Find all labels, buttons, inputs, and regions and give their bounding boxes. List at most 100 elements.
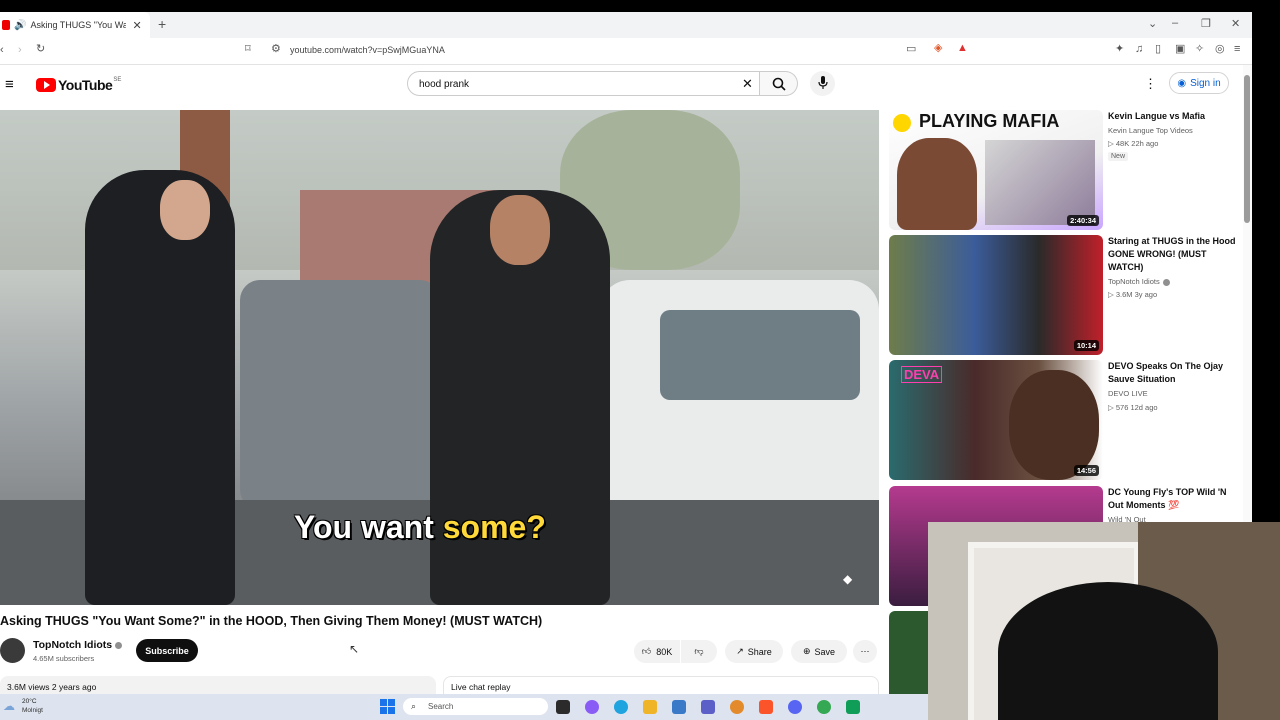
rec-title-2[interactable]: Staring at THUGS in the Hood GONE WRONG!… <box>1108 235 1236 274</box>
leo-icon[interactable]: ✧ <box>1195 44 1204 55</box>
tab-close-icon[interactable]: ✕ <box>132 19 141 32</box>
weather-cloud-icon[interactable]: ☁ <box>3 700 15 712</box>
taskbar-search-icon: ⌕ <box>411 701 417 711</box>
thumbs-down-icon: 👎︎ <box>694 646 704 656</box>
clear-search-icon[interactable]: ✕ <box>742 77 753 90</box>
parked-cars <box>240 280 440 510</box>
rec-thumbnail-1[interactable]: PLAYING MAFIA 2:40:34 <box>889 110 1103 230</box>
chrome-icon[interactable] <box>817 700 831 714</box>
app-icon-copilot[interactable] <box>585 700 599 714</box>
app-icon-green[interactable] <box>846 700 860 714</box>
rewards-icon[interactable]: ▲ <box>957 43 968 54</box>
menu-icon[interactable]: ≡ <box>1234 44 1240 55</box>
new-tab-button[interactable]: + <box>158 16 166 32</box>
more-actions-button[interactable]: ⋯ <box>853 640 877 663</box>
country-code: SE <box>113 77 122 83</box>
bookmark-icon[interactable]: ⌑ <box>245 44 251 55</box>
cast-icon[interactable]: ▭ <box>906 44 916 55</box>
browser-tab-bar: 🔊 Asking THUGS "You Want So... ✕ + ⌄ – ❐… <box>0 12 1252 38</box>
url-text[interactable]: youtube.com/watch?v=pSwjMGuaYNA <box>290 45 445 55</box>
save-label: Save <box>814 646 836 657</box>
address-bar-row: ‹ › ↻ ⌑ ⚙ ▭ ◈ ▲ ✦ ♫ ▯ ▣ ✧ ◎ ≡ <box>0 38 1252 65</box>
channel-watermark-icon[interactable]: ◆ <box>843 573 852 585</box>
caption-text: You want <box>294 509 443 545</box>
share-label: Share <box>747 646 772 657</box>
mouse-cursor-icon: ↖ <box>349 642 360 656</box>
channel-name[interactable]: TopNotch Idiots <box>33 639 123 651</box>
search-icon <box>772 77 786 91</box>
like-button[interactable]: 👍︎ 80K <box>634 640 680 663</box>
share-button[interactable]: ↗ Share <box>725 640 783 663</box>
rec-channel-3[interactable]: DEVO LIVE <box>1108 389 1148 398</box>
file-explorer-icon[interactable] <box>643 700 657 714</box>
reload-icon[interactable]: ↻ <box>36 44 45 55</box>
rec-thumbnail-2[interactable]: 10:14 <box>889 235 1103 355</box>
thumb-logo-text: DEVA <box>901 366 943 383</box>
sign-in-label: Sign in <box>1190 77 1221 89</box>
windows-start-icon[interactable] <box>380 699 395 714</box>
speaker-icon[interactable]: 🔊 <box>14 20 26 31</box>
edge-icon[interactable] <box>614 700 628 714</box>
video-title: Asking THUGS "You Want Some?" in the HOO… <box>0 614 543 628</box>
rec-channel-1[interactable]: Kevin Langue Top Videos <box>1108 126 1193 135</box>
sign-in-button[interactable]: ◉ Sign in <box>1169 72 1229 94</box>
duration-badge: 2:40:34 <box>1067 215 1099 226</box>
sidebar-icon[interactable]: ▯ <box>1155 44 1161 55</box>
save-button[interactable]: ⊕ Save <box>791 640 847 663</box>
vpn-icon[interactable]: ◎ <box>1215 44 1225 55</box>
site-info-icon[interactable]: ⚙ <box>271 44 281 55</box>
search-input[interactable] <box>417 78 721 91</box>
youtube-wordmark: YouTube <box>58 77 113 93</box>
media-icon[interactable]: ♫ <box>1135 44 1143 55</box>
more-options-icon[interactable]: ⋮ <box>1144 77 1157 90</box>
weather-temp[interactable]: 20°C <box>22 698 37 705</box>
scrollbar-thumb[interactable] <box>1244 75 1250 223</box>
search-box[interactable] <box>407 71 760 96</box>
rec-channel-2[interactable]: TopNotch Idiots <box>1108 277 1170 286</box>
youtube-logo[interactable]: YouTube SE <box>36 77 121 93</box>
rec-title-1[interactable]: Kevin Langue vs Mafia <box>1108 110 1236 123</box>
account-icon: ◉ <box>1177 77 1187 89</box>
rec-title-4[interactable]: DC Young Fly's TOP Wild 'N Out Moments 💯 <box>1108 486 1236 512</box>
duration-badge: 10:14 <box>1073 340 1099 351</box>
store-icon[interactable] <box>672 700 686 714</box>
guide-menu-icon[interactable]: ≡ <box>5 77 14 92</box>
taskbar-search-box[interactable] <box>403 698 548 715</box>
rec-thumbnail-3[interactable]: DEVA 14:56 <box>889 360 1103 480</box>
rec-title-3[interactable]: DEVO Speaks On The Ojay Sauve Situation <box>1108 360 1236 386</box>
dislike-button[interactable]: 👎︎ <box>681 640 717 663</box>
wallet-icon[interactable]: ▣ <box>1175 44 1185 55</box>
webcam-overlay <box>928 522 1280 720</box>
maximize-button[interactable]: ❐ <box>1201 17 1211 30</box>
views-and-date: 3.6M views 2 years ago <box>7 682 97 692</box>
tab-search-icon[interactable]: ⌄ <box>1148 17 1157 30</box>
close-window-button[interactable]: ✕ <box>1231 17 1240 30</box>
voice-search-button[interactable] <box>810 71 835 96</box>
minimize-button[interactable]: – <box>1172 17 1178 29</box>
thumb-face <box>897 138 977 230</box>
person-left <box>85 170 235 605</box>
subscribe-button[interactable]: Subscribe <box>136 639 198 662</box>
person-left-face <box>160 180 210 240</box>
search-button[interactable] <box>760 71 798 96</box>
brave-icon[interactable] <box>759 700 773 714</box>
microphone-icon <box>818 76 828 89</box>
extensions-icon[interactable]: ✦ <box>1115 44 1124 55</box>
channel-avatar[interactable] <box>0 638 25 663</box>
verified-icon <box>115 641 123 649</box>
verified-icon <box>1162 278 1170 286</box>
brave-shields-icon[interactable]: ◈ <box>934 43 942 54</box>
browser-tab[interactable]: 🔊 Asking THUGS "You Want So... ✕ <box>0 12 150 38</box>
rec-channel-2-text: TopNotch Idiots <box>1108 277 1160 286</box>
back-icon[interactable]: ‹ <box>0 45 4 56</box>
tv-logo-icon <box>893 114 911 132</box>
discord-icon[interactable] <box>788 700 802 714</box>
task-view-icon[interactable] <box>556 700 570 714</box>
duration-badge: 14:56 <box>1073 465 1099 476</box>
teams-icon[interactable] <box>701 700 715 714</box>
thumb-headline: PLAYING MAFIA <box>919 111 1060 131</box>
live-chat-label: Live chat replay <box>451 682 511 692</box>
like-count: 80K <box>656 646 673 657</box>
app-icon-orange[interactable] <box>730 700 744 714</box>
forward-icon[interactable]: › <box>18 45 22 56</box>
